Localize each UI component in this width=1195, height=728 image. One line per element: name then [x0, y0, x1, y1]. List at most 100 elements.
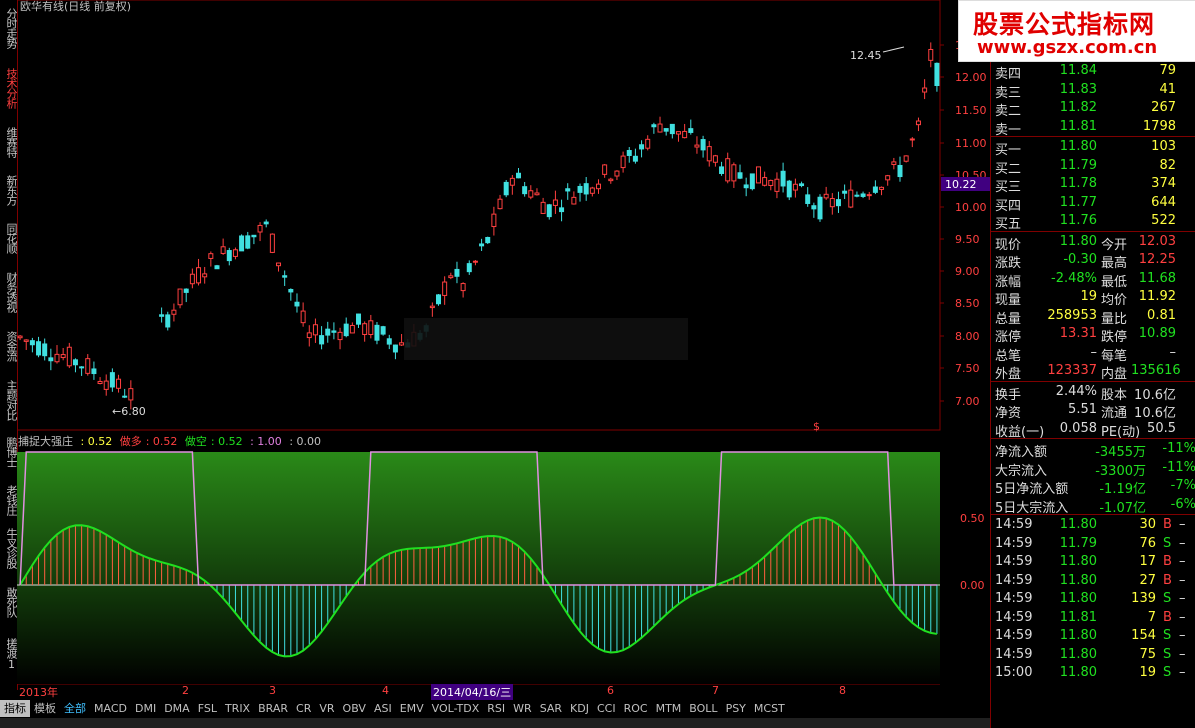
left-tab-6[interactable]: 资金流 [0, 326, 18, 366]
ask-volume: 1798 [1142, 118, 1176, 134]
candle [79, 366, 85, 369]
stat-label: 涨幅 [995, 274, 1022, 290]
candle [485, 236, 491, 244]
tick-row: 15:00 11.80 19 S – [991, 664, 1195, 682]
left-tab-11[interactable]: 敢死队 [0, 576, 18, 628]
stat-label-2: 最高 [1101, 256, 1128, 271]
candle [325, 328, 331, 336]
left-tab-9[interactable]: 老钱庄 [0, 480, 18, 520]
indicator-tab-kdj[interactable]: KDJ [566, 700, 593, 717]
candle [171, 309, 177, 315]
candle [749, 173, 755, 190]
tick-row: 14:59 11.80 75 S – [991, 646, 1195, 664]
flow-label: 大宗流入 [995, 463, 1048, 479]
stat-row: 涨停 13.31 跌停 10.89 [991, 325, 1195, 345]
bid-volume: 644 [1151, 194, 1176, 210]
indicator-tab-fsl[interactable]: FSL [194, 700, 221, 717]
stat-value: -0.30 [1063, 252, 1097, 267]
candle [288, 289, 294, 293]
month-label: 7 [712, 684, 719, 697]
indicator-tab-asi[interactable]: ASI [370, 700, 396, 717]
stat-value: -2.48% [1051, 270, 1097, 286]
indicator-tab-mtm[interactable]: MTM [652, 700, 686, 717]
tick-time: 15:00 [995, 665, 1033, 680]
candle [239, 235, 245, 252]
stat-value: 11.80 [1059, 233, 1097, 249]
candle [368, 320, 374, 335]
indicator-tab-全部[interactable]: 全部 [60, 700, 90, 717]
bid-label: 买三 [995, 180, 1022, 195]
tick-row: 14:59 11.80 27 B – [991, 572, 1195, 590]
indicator-tab-dmi[interactable]: DMI [131, 700, 160, 717]
candle [386, 338, 392, 345]
indicator-tab-模板[interactable]: 模板 [30, 700, 60, 717]
indicator-tab-vr[interactable]: VR [315, 700, 338, 717]
tick-price: 11.80 [1059, 665, 1097, 680]
candle [645, 138, 651, 149]
indicator-tab-cci[interactable]: CCI [593, 700, 620, 717]
indicator-tab-mcst[interactable]: MCST [750, 700, 789, 717]
hover-tooltip [404, 318, 688, 360]
stat-label-2: 今开 [1101, 237, 1128, 253]
indicator-tab-sar[interactable]: SAR [536, 700, 566, 717]
indicator-tab-emv[interactable]: EMV [396, 700, 428, 717]
flow-value: -3455万 [1095, 445, 1146, 460]
ask-price: 11.84 [1059, 63, 1097, 78]
stat-row: 总量 258953 量比 0.81 [991, 307, 1195, 327]
tick-side: B [1163, 517, 1172, 532]
stat-value-2: 0.81 [1147, 307, 1176, 323]
tick-price: 11.80 [1059, 646, 1097, 662]
stat-value: 19 [1080, 289, 1097, 304]
candle [232, 249, 238, 257]
indicator-tab-psy[interactable]: PSY [722, 700, 750, 717]
tick-dash: – [1179, 554, 1186, 569]
indicator-tab-obv[interactable]: OBV [339, 700, 370, 717]
indicator-tab-brar[interactable]: BRAR [254, 700, 292, 717]
indicator-tab-vol-tdx[interactable]: VOL-TDX [428, 700, 484, 717]
candle [300, 310, 306, 324]
left-tab-0[interactable]: 分时走势 [0, 2, 18, 54]
tick-volume: 17 [1139, 554, 1156, 569]
candle [725, 158, 731, 182]
indicator-tab-roc[interactable]: ROC [620, 700, 652, 717]
left-tab-5[interactable]: 财务透视 [0, 266, 18, 318]
left-tab-12[interactable]: 搓渡1 [0, 634, 18, 674]
candle [312, 324, 318, 336]
left-tab-2[interactable]: 维赛特 [0, 122, 18, 162]
indicator-value-5: : 0.00 [289, 435, 322, 448]
left-tab-7[interactable]: 主题对比 [0, 374, 18, 426]
indicator-tab-wr[interactable]: WR [509, 700, 536, 717]
left-tab-8[interactable]: 鹏博士 [0, 432, 18, 472]
candle [331, 330, 337, 333]
indicator-tab-trix[interactable]: TRIX [221, 700, 254, 717]
candle [651, 124, 657, 128]
left-tab-10[interactable]: 牛叉诊股 [0, 528, 18, 568]
candle [128, 388, 134, 401]
candle [706, 146, 712, 162]
indicator-tab-macd[interactable]: MACD [90, 700, 131, 717]
indicator-tab-dma[interactable]: DMA [160, 700, 194, 717]
ask-row: 卖二 11.82 267 [991, 99, 1195, 119]
left-tab-1[interactable]: 技术分析 [0, 62, 18, 114]
indicator-tab-cr[interactable]: CR [292, 700, 315, 717]
flow-row: 5日净流入额 -1.19亿 -7% [991, 477, 1195, 497]
candle [343, 323, 349, 337]
left-tab-3[interactable]: 新东方 [0, 170, 18, 210]
indicator-tab-指标[interactable]: 指标 [0, 700, 30, 717]
candle [319, 335, 325, 345]
price-tick: 8.50 [955, 297, 980, 310]
candle [165, 314, 171, 328]
candle [442, 281, 448, 296]
candle [663, 128, 669, 132]
candle [251, 234, 257, 238]
indicator-tab-boll[interactable]: BOLL [685, 700, 721, 717]
horizontal-scrollbar[interactable] [0, 718, 990, 728]
tick-dash: – [1179, 609, 1186, 625]
left-tab-4[interactable]: 同花顺 [0, 218, 18, 258]
ask-label: 卖三 [995, 85, 1022, 101]
flow-label: 净流入额 [995, 445, 1048, 460]
tick-row: 14:59 11.81 7 B – [991, 609, 1195, 627]
candle [534, 192, 540, 196]
candle [362, 323, 368, 335]
indicator-tab-rsi[interactable]: RSI [483, 700, 509, 717]
